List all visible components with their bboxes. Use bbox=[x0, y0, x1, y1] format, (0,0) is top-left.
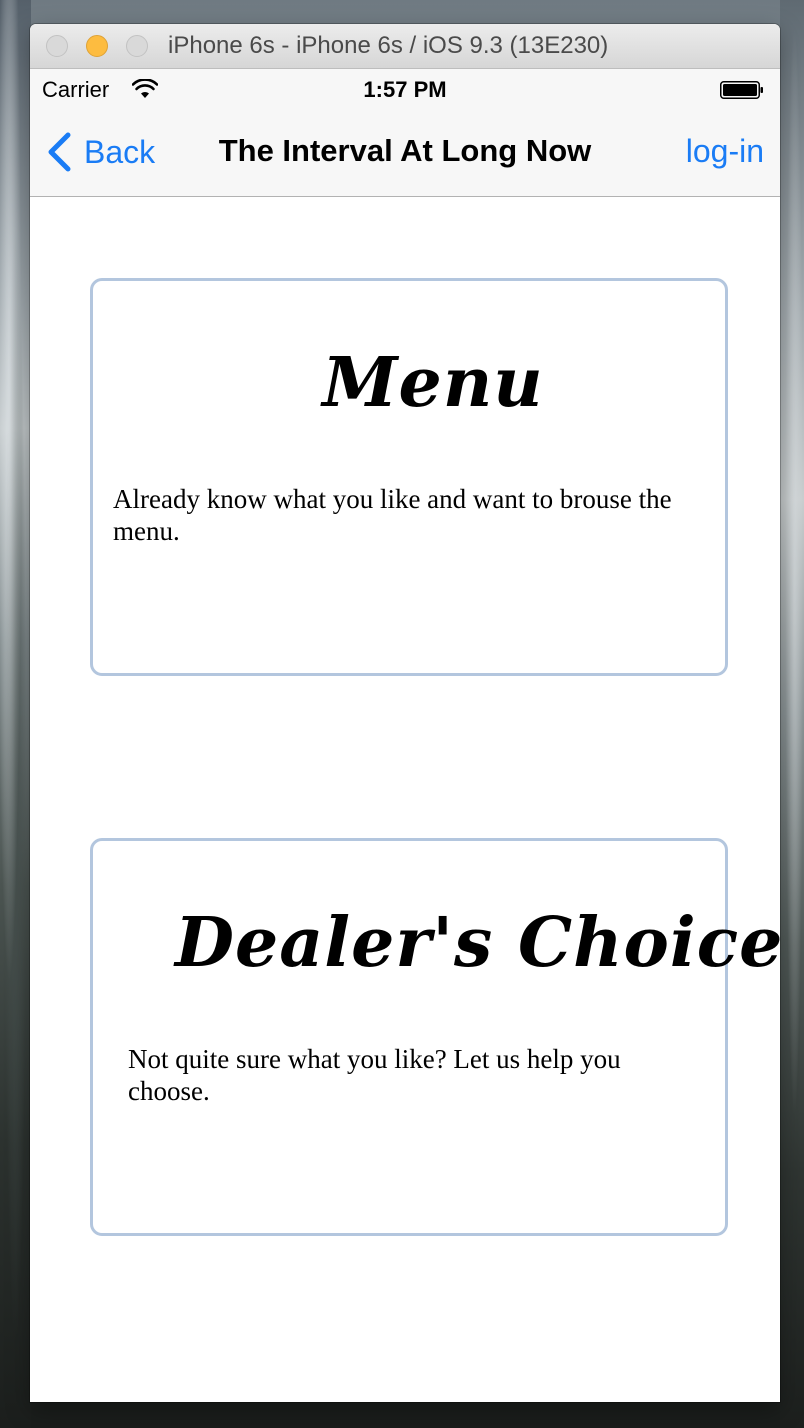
simulator-window: iPhone 6s - iPhone 6s / iOS 9.3 (13E230)… bbox=[30, 24, 780, 1402]
navigation-bar: Back The Interval At Long Now log-in bbox=[30, 109, 780, 197]
page-title: The Interval At Long Now bbox=[218, 133, 592, 168]
menu-card-heading: Menu bbox=[322, 343, 544, 423]
menu-card[interactable]: Menu Already know what you like and want… bbox=[90, 278, 728, 676]
desktop-background-right bbox=[780, 0, 804, 1428]
zoom-window-button[interactable] bbox=[126, 35, 148, 57]
menu-card-description: Already know what you like and want to b… bbox=[113, 484, 672, 546]
ios-status-bar: Carrier 1:57 PM bbox=[30, 69, 780, 109]
dealers-choice-card[interactable]: Dealer's Choice Not quite sure what you … bbox=[90, 838, 780, 1236]
back-button-label: Back bbox=[84, 133, 156, 170]
desktop-background-left bbox=[0, 0, 31, 1428]
back-button[interactable]: Back bbox=[44, 129, 155, 175]
battery-icon bbox=[720, 81, 763, 99]
login-button[interactable]: log-in bbox=[686, 133, 764, 170]
chevron-left-icon bbox=[48, 132, 71, 172]
close-window-button[interactable] bbox=[46, 35, 68, 57]
window-title: iPhone 6s - iPhone 6s / iOS 9.3 (13E230) bbox=[168, 32, 609, 59]
minimize-window-button[interactable] bbox=[86, 35, 108, 57]
status-time: 1:57 PM bbox=[363, 77, 447, 102]
dealers-choice-card-heading: Dealer's Choice bbox=[175, 903, 780, 983]
dealers-choice-card-description: Not quite sure what you like? Let us hel… bbox=[128, 1044, 621, 1106]
window-titlebar[interactable]: iPhone 6s - iPhone 6s / iOS 9.3 (13E230) bbox=[30, 24, 780, 69]
